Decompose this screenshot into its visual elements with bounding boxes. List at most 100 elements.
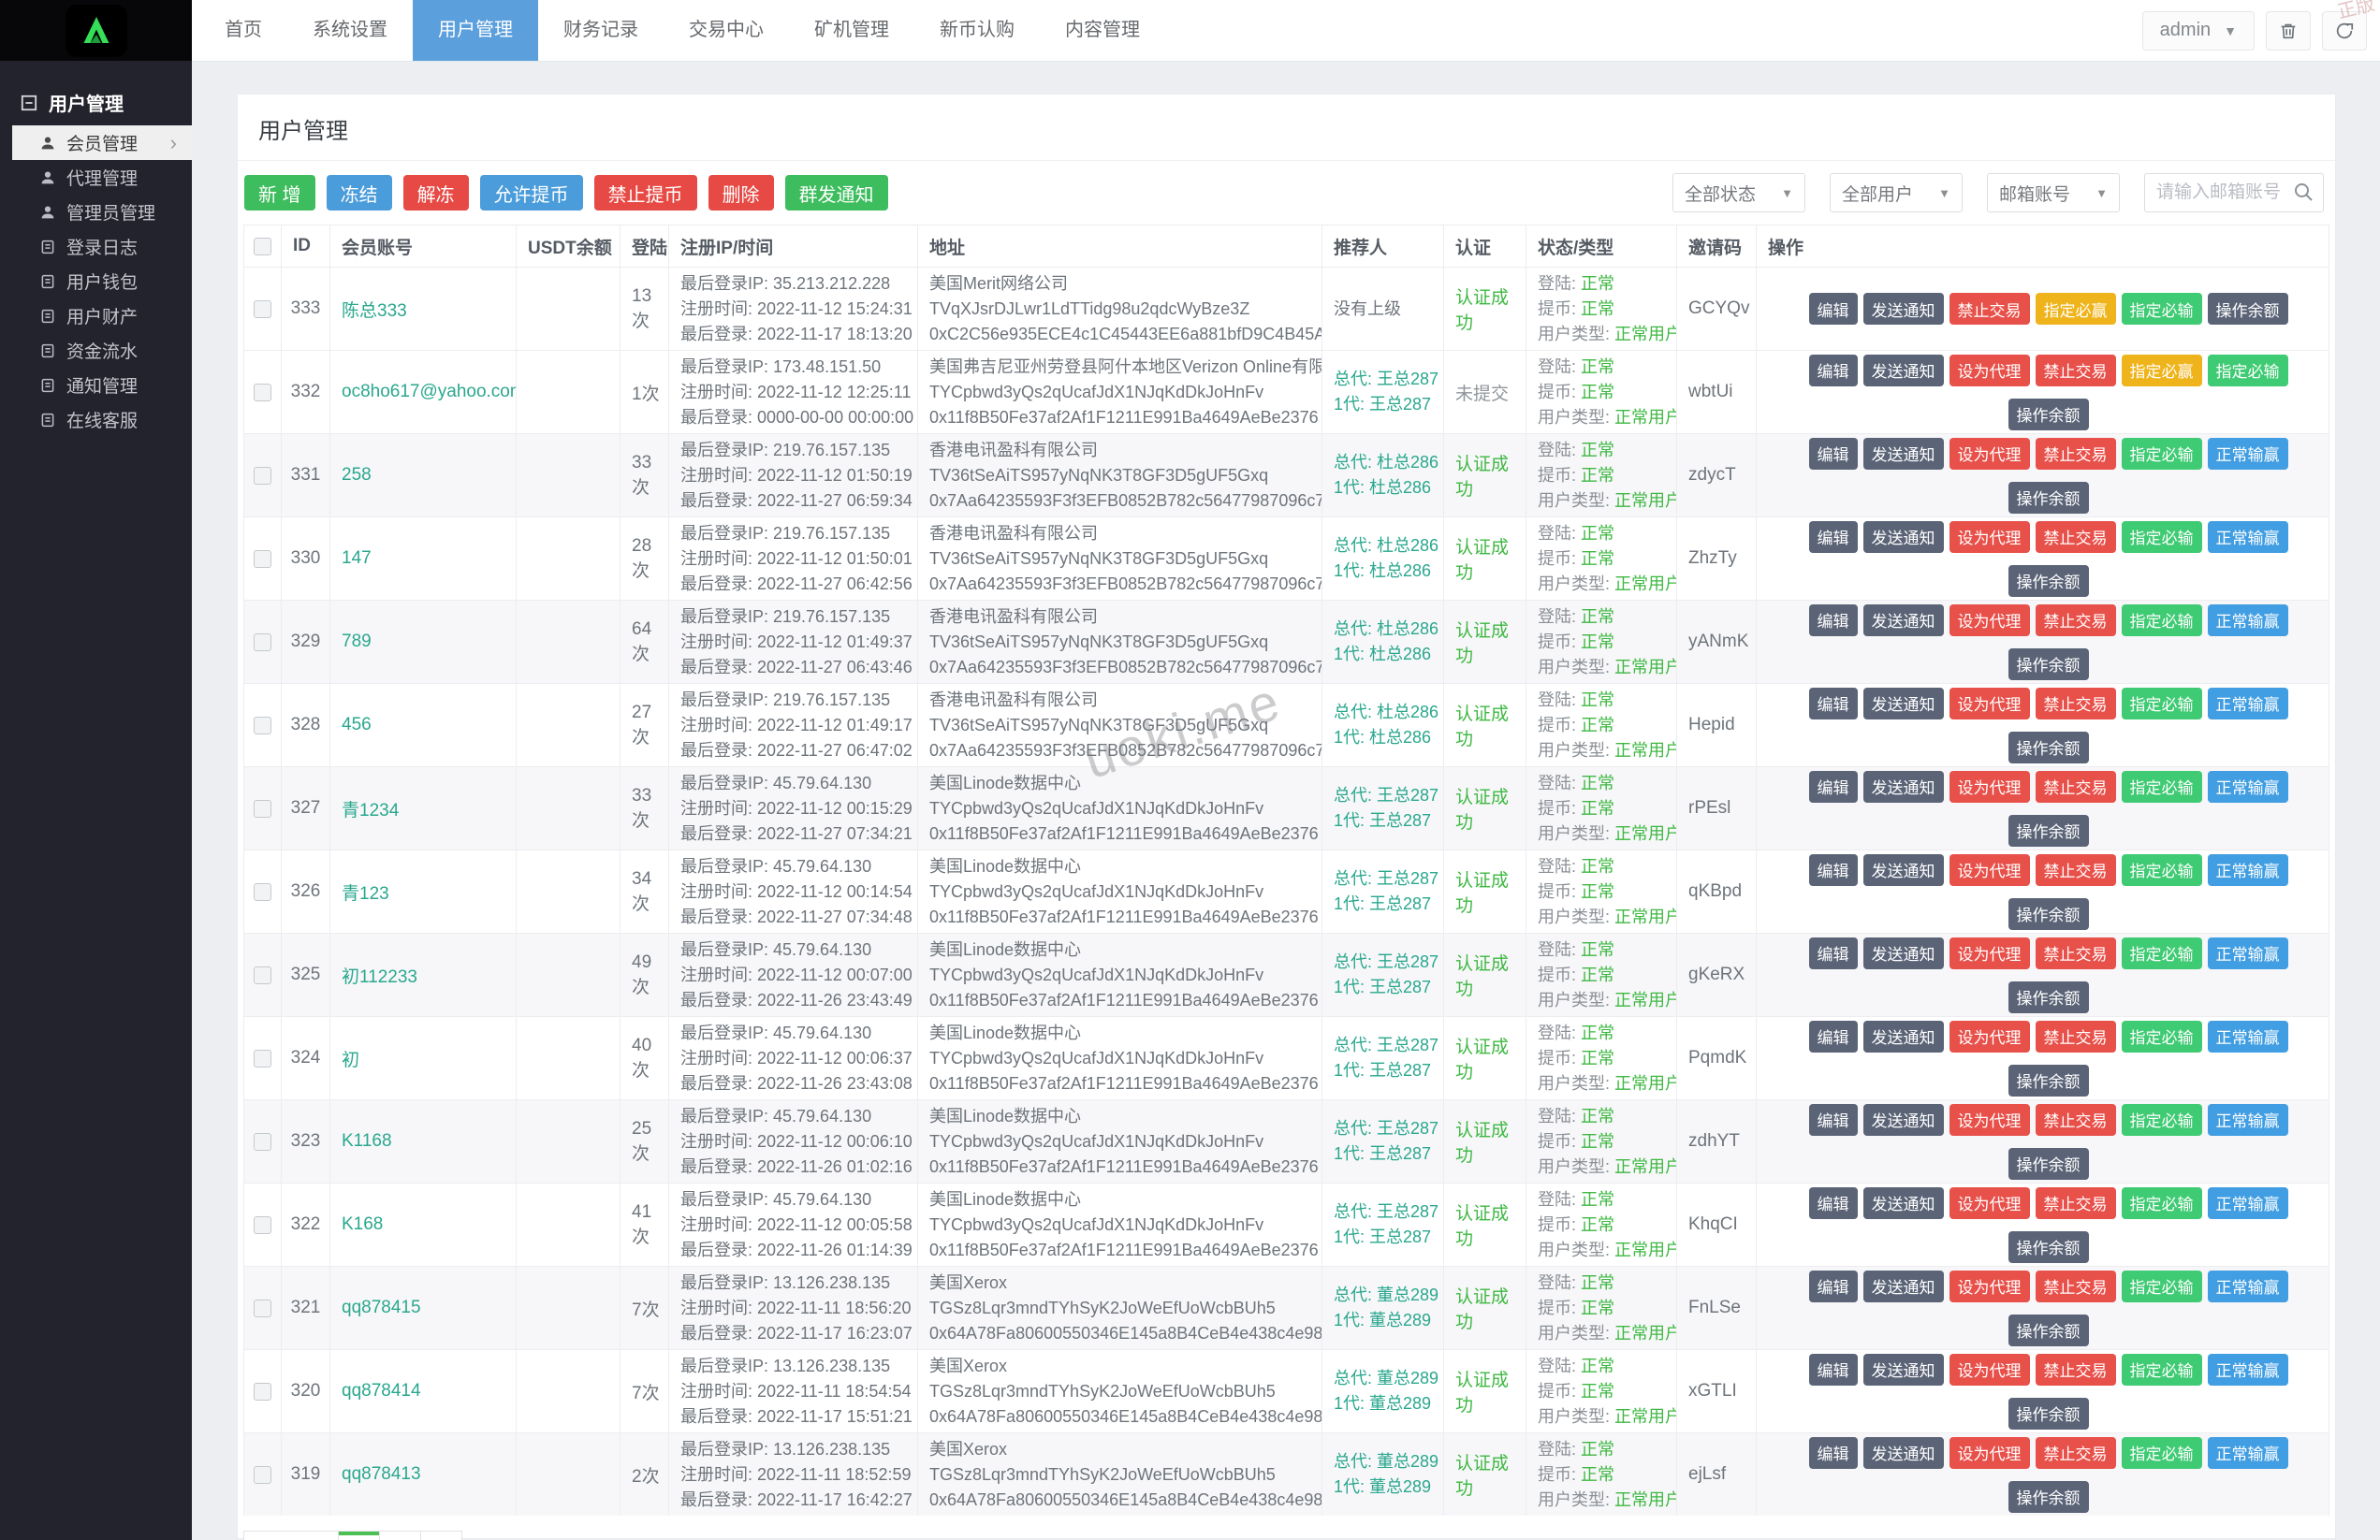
row-action-button-6[interactable]: 正常输赢 xyxy=(2208,854,2288,886)
filter-select-3[interactable]: 邮箱账号▼ xyxy=(1987,173,2120,212)
bulk-button-2[interactable]: 冻结 xyxy=(327,175,392,211)
row-action-button-2[interactable]: 发送通知 xyxy=(1863,521,1944,553)
row-action-button-7[interactable]: 操作余额 xyxy=(2008,1315,2089,1346)
row-action-button-3[interactable]: 设为代理 xyxy=(1949,1104,2030,1136)
row-action-button-2[interactable]: 发送通知 xyxy=(1863,604,1944,636)
nav-tab-3[interactable]: 用户管理 xyxy=(413,0,538,61)
row-action-button-5[interactable]: 指定必输 xyxy=(2122,1271,2202,1302)
row-action-button-2[interactable]: 发送通知 xyxy=(1863,771,1944,803)
row-action-button-5[interactable]: 指定必输 xyxy=(2122,293,2202,325)
row-action-button-2[interactable]: 发送通知 xyxy=(1863,293,1944,325)
row-action-button-6[interactable]: 正常输赢 xyxy=(2208,688,2288,719)
row-action-button-7[interactable]: 操作余额 xyxy=(2008,898,2089,930)
row-action-button-1[interactable]: 编辑 xyxy=(1809,1104,1858,1136)
row-action-button-1[interactable]: 编辑 xyxy=(1809,293,1858,325)
row-action-button-7[interactable]: 操作余额 xyxy=(2008,981,2089,1013)
member-account-link[interactable]: 147 xyxy=(342,548,372,569)
row-checkbox[interactable] xyxy=(254,1383,271,1401)
member-account-link[interactable]: K168 xyxy=(342,1214,383,1235)
row-action-button-5[interactable]: 指定必输 xyxy=(2122,521,2202,553)
row-action-button-7[interactable]: 操作余额 xyxy=(2008,565,2089,597)
row-action-button-4[interactable]: 禁止交易 xyxy=(2036,1104,2116,1136)
row-action-button-6[interactable]: 正常输赢 xyxy=(2208,1271,2288,1302)
row-action-button-1[interactable]: 编辑 xyxy=(1809,1354,1858,1386)
row-action-button-7[interactable]: 操作余额 xyxy=(2008,1148,2089,1180)
row-action-button-7[interactable]: 操作余额 xyxy=(2008,732,2089,763)
nav-tab-2[interactable]: 系统设置 xyxy=(287,0,413,61)
row-action-button-2[interactable]: 发送通知 xyxy=(1863,937,1944,969)
row-action-button-6[interactable]: 正常输赢 xyxy=(2208,1354,2288,1386)
row-checkbox[interactable] xyxy=(254,800,271,818)
sidebar-item-1[interactable]: 会员管理› xyxy=(12,125,192,160)
row-action-button-6[interactable]: 正常输赢 xyxy=(2208,1104,2288,1136)
row-action-button-3[interactable]: 设为代理 xyxy=(1949,355,2030,386)
row-action-button-3[interactable]: 设为代理 xyxy=(1949,1021,2030,1053)
row-action-button-3[interactable]: 设为代理 xyxy=(1949,937,2030,969)
filter-select-1[interactable]: 全部状态▼ xyxy=(1672,173,1805,212)
row-action-button-6[interactable]: 正常输赢 xyxy=(2208,1437,2288,1469)
row-action-button-4[interactable]: 指定必赢 xyxy=(2036,293,2116,325)
row-checkbox[interactable] xyxy=(254,883,271,901)
member-account-link[interactable]: 456 xyxy=(342,715,372,735)
sidebar-item-2[interactable]: 代理管理 xyxy=(0,160,192,195)
member-account-link[interactable]: 初112233 xyxy=(342,963,417,988)
row-action-button-1[interactable]: 编辑 xyxy=(1809,937,1858,969)
row-action-button-4[interactable]: 禁止交易 xyxy=(2036,771,2116,803)
row-action-button-4[interactable]: 禁止交易 xyxy=(2036,854,2116,886)
row-action-button-5[interactable]: 指定必输 xyxy=(2122,1187,2202,1219)
row-action-button-3[interactable]: 设为代理 xyxy=(1949,438,2030,470)
row-action-button-3[interactable]: 设为代理 xyxy=(1949,1271,2030,1302)
row-action-button-3[interactable]: 设为代理 xyxy=(1949,604,2030,636)
row-action-button-4[interactable]: 禁止交易 xyxy=(2036,937,2116,969)
row-action-button-2[interactable]: 发送通知 xyxy=(1863,1187,1944,1219)
nav-tab-7[interactable]: 新币认购 xyxy=(914,0,1040,61)
row-action-button-3[interactable]: 设为代理 xyxy=(1949,1354,2030,1386)
row-action-button-7[interactable]: 操作余额 xyxy=(2008,399,2089,430)
row-action-button-4[interactable]: 禁止交易 xyxy=(2036,1354,2116,1386)
row-checkbox[interactable] xyxy=(254,550,271,568)
row-action-button-3[interactable]: 设为代理 xyxy=(1949,1437,2030,1469)
member-account-link[interactable]: 陈总333 xyxy=(342,297,407,322)
nav-tab-5[interactable]: 交易中心 xyxy=(664,0,789,61)
member-account-link[interactable]: 初 xyxy=(342,1046,359,1071)
row-action-button-7[interactable]: 操作余额 xyxy=(2008,648,2089,680)
bulk-button-5[interactable]: 禁止提币 xyxy=(594,175,697,211)
row-action-button-4[interactable]: 禁止交易 xyxy=(2036,1021,2116,1053)
row-checkbox[interactable] xyxy=(254,384,271,401)
row-action-button-7[interactable]: 操作余额 xyxy=(2008,815,2089,847)
row-action-button-2[interactable]: 发送通知 xyxy=(1863,1104,1944,1136)
row-action-button-1[interactable]: 编辑 xyxy=(1809,438,1858,470)
row-action-button-1[interactable]: 编辑 xyxy=(1809,771,1858,803)
row-action-button-4[interactable]: 禁止交易 xyxy=(2036,1271,2116,1302)
sidebar-item-7[interactable]: 资金流水 xyxy=(0,333,192,368)
row-action-button-6[interactable]: 正常输赢 xyxy=(2208,1021,2288,1053)
sidebar-item-8[interactable]: 通知管理 xyxy=(0,368,192,402)
row-action-button-5[interactable]: 指定必输 xyxy=(2122,1104,2202,1136)
row-action-button-5[interactable]: 指定必输 xyxy=(2122,604,2202,636)
sidebar-item-3[interactable]: 管理员管理 xyxy=(0,195,192,229)
bulk-button-6[interactable]: 删除 xyxy=(708,175,774,211)
row-action-button-7[interactable]: 操作余额 xyxy=(2008,1398,2089,1430)
row-checkbox[interactable] xyxy=(254,1050,271,1068)
row-action-button-7[interactable]: 操作余额 xyxy=(2008,1065,2089,1097)
member-account-link[interactable]: 青1234 xyxy=(342,796,399,821)
page-number-2[interactable]: 2 xyxy=(379,1531,421,1540)
row-action-button-5[interactable]: 指定必输 xyxy=(2122,438,2202,470)
row-action-button-5[interactable]: 指定必输 xyxy=(2122,688,2202,719)
row-action-button-4[interactable]: 禁止交易 xyxy=(2036,688,2116,719)
sidebar-item-4[interactable]: 登录日志 xyxy=(0,229,192,264)
member-account-link[interactable]: qq878415 xyxy=(342,1298,421,1318)
row-action-button-1[interactable]: 编辑 xyxy=(1809,355,1858,386)
nav-tab-4[interactable]: 财务记录 xyxy=(538,0,664,61)
nav-tab-6[interactable]: 矿机管理 xyxy=(789,0,914,61)
next-page-button[interactable]: 下一页 xyxy=(243,1531,339,1540)
row-action-button-6[interactable]: 正常输赢 xyxy=(2208,604,2288,636)
nav-tab-8[interactable]: 内容管理 xyxy=(1040,0,1165,61)
row-action-button-5[interactable]: 指定必输 xyxy=(2122,1437,2202,1469)
member-account-link[interactable]: 258 xyxy=(342,465,372,486)
member-account-link[interactable]: oc8ho617@yahoo.com xyxy=(342,382,517,402)
row-action-button-2[interactable]: 发送通知 xyxy=(1863,1437,1944,1469)
row-action-button-3[interactable]: 设为代理 xyxy=(1949,521,2030,553)
member-account-link[interactable]: qq878413 xyxy=(342,1464,421,1485)
row-action-button-5[interactable]: 指定必输 xyxy=(2122,1354,2202,1386)
